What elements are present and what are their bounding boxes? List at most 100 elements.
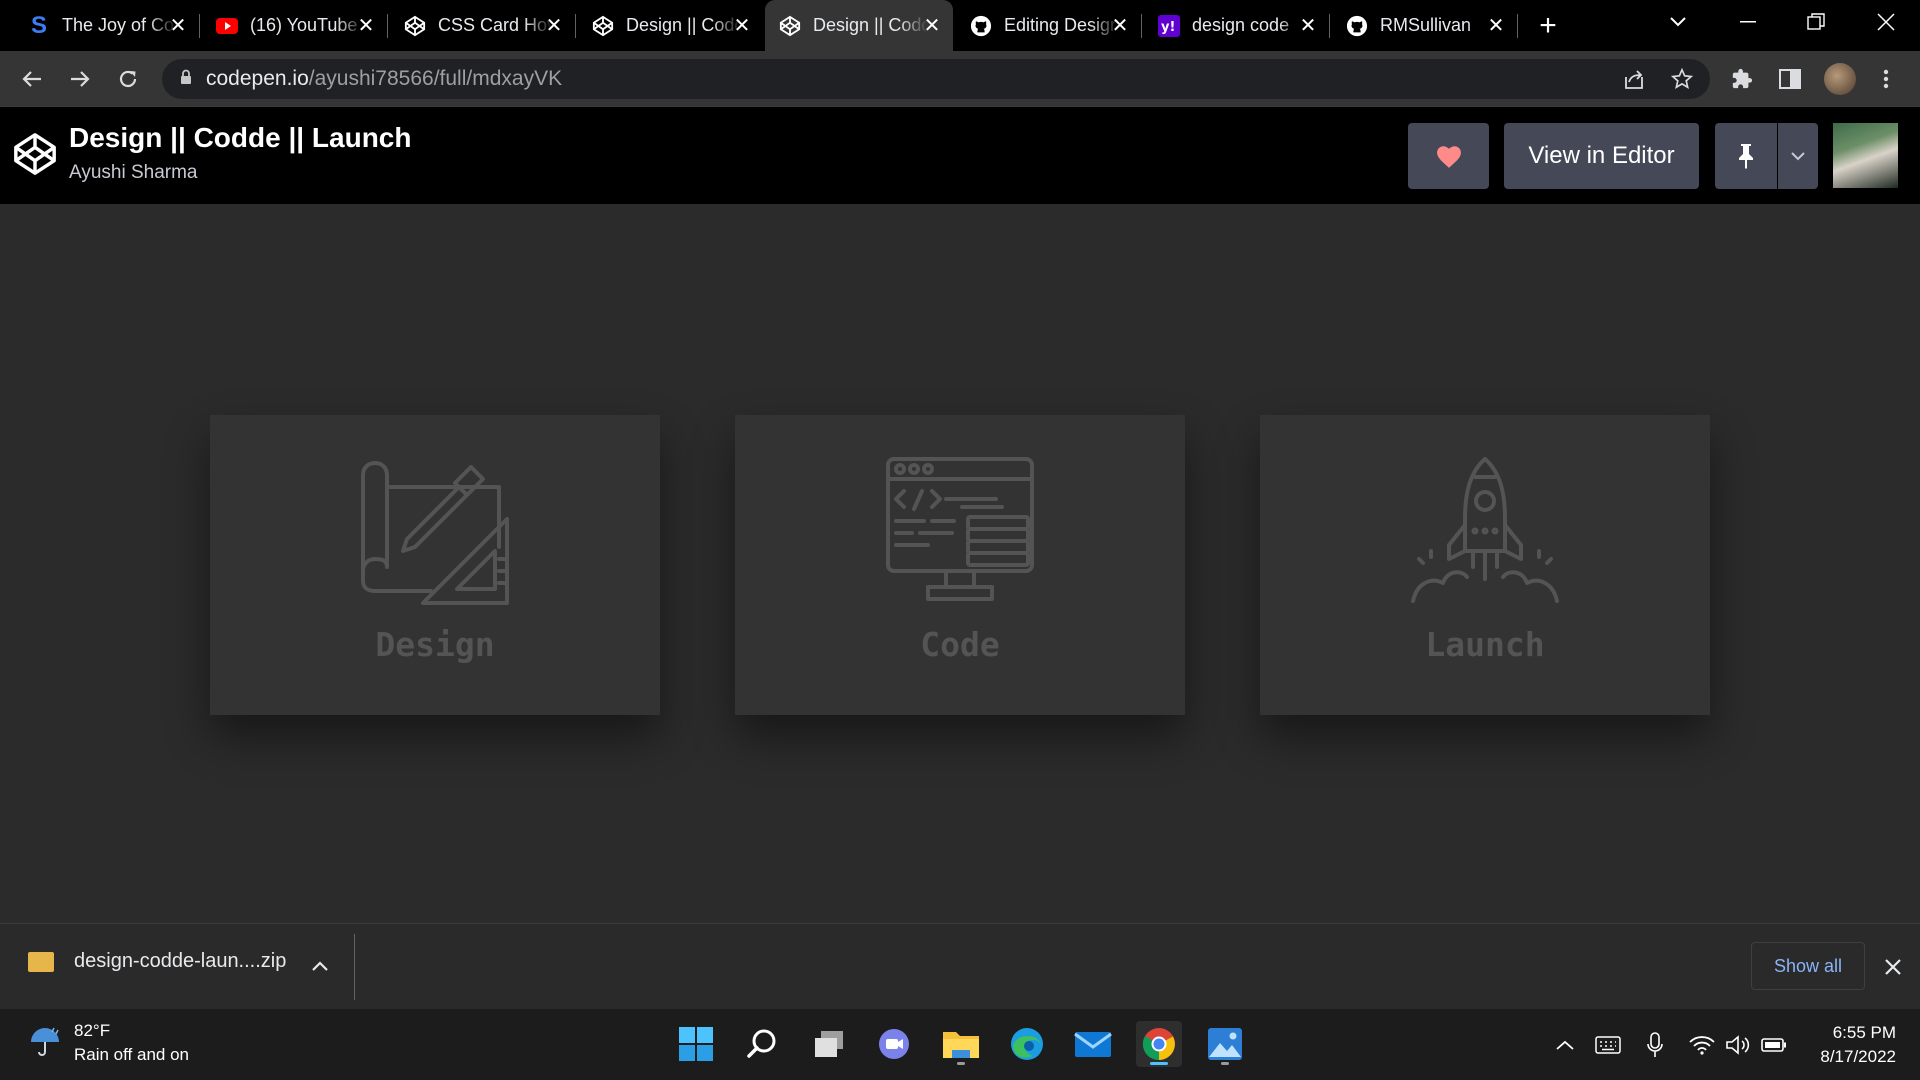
microphone-icon[interactable] <box>1641 1031 1669 1059</box>
github-icon <box>1346 15 1368 37</box>
tab-separator <box>575 14 576 38</box>
browser-tab[interactable]: S The Joy of Code ✕ <box>14 0 200 51</box>
share-icon[interactable] <box>1616 61 1652 97</box>
photos-icon[interactable] <box>1202 1021 1248 1067</box>
tab-title: Editing Design <box>1004 15 1119 35</box>
menu-kebab-icon[interactable] <box>1868 61 1904 97</box>
lock-icon <box>180 69 192 90</box>
close-tab-icon[interactable]: ✕ <box>543 14 565 37</box>
edge-icon[interactable] <box>1004 1021 1050 1067</box>
reload-icon[interactable] <box>112 63 144 95</box>
bookmark-star-icon[interactable] <box>1664 61 1700 97</box>
tab-search-icon[interactable] <box>1648 0 1708 44</box>
chevron-down-icon <box>1791 152 1805 161</box>
taskbar: 82°F Rain off and on 6:55 PM 8/17/2022 <box>0 1009 1920 1080</box>
chevron-up-icon[interactable] <box>1551 1031 1579 1059</box>
rocket-launch-icon <box>1411 457 1559 603</box>
code-monitor-icon <box>886 457 1034 601</box>
love-button[interactable] <box>1408 123 1489 189</box>
design-card[interactable]: Design <box>210 415 660 715</box>
chrome-icon[interactable] <box>1136 1021 1182 1067</box>
back-icon[interactable] <box>16 63 48 95</box>
show-all-button[interactable]: Show all <box>1751 942 1865 990</box>
clock[interactable]: 6:55 PM 8/17/2022 <box>1806 1021 1896 1069</box>
pen-title: Design || Codde || Launch <box>69 122 412 153</box>
mail-icon[interactable] <box>1070 1021 1116 1067</box>
tab-title: Design || Codde <box>626 15 741 35</box>
keyboard-icon[interactable] <box>1594 1031 1622 1059</box>
clock-date: 8/17/2022 <box>1820 1047 1896 1066</box>
tab-separator <box>1517 14 1518 38</box>
launch-card[interactable]: Launch <box>1260 415 1710 715</box>
weather-widget[interactable]: 82°F Rain off and on <box>28 1021 189 1065</box>
zip-file-icon <box>28 951 54 972</box>
browser-tab[interactable]: (16) YouTube ✕ <box>202 0 388 51</box>
view-in-editor-button[interactable]: View in Editor <box>1504 123 1699 189</box>
browser-tab[interactable]: Design || Codde ✕ <box>578 0 763 51</box>
close-tab-icon[interactable]: ✕ <box>1485 14 1507 37</box>
codepen-logo-icon[interactable] <box>12 131 58 177</box>
wifi-icon[interactable] <box>1688 1031 1716 1059</box>
browser-tab-active[interactable]: Design || Codde ✕ <box>765 0 953 51</box>
tab-title: The Joy of Code <box>62 15 177 35</box>
tab-separator <box>1329 14 1330 38</box>
tab-title: (16) YouTube <box>250 15 358 35</box>
forward-icon[interactable] <box>64 63 96 95</box>
clock-time: 6:55 PM <box>1832 1023 1896 1042</box>
side-panel-icon[interactable] <box>1772 61 1808 97</box>
close-tab-icon[interactable]: ✕ <box>1109 14 1131 37</box>
browser-tab[interactable]: CSS Card Hover ✕ <box>390 0 576 51</box>
browser-tab-strip: S The Joy of Code ✕ (16) YouTube ✕ CSS C… <box>0 0 1920 51</box>
rain-umbrella-icon <box>28 1024 62 1063</box>
tab-separator <box>1141 14 1142 38</box>
codepen-icon <box>404 15 426 37</box>
tab-separator <box>199 14 200 38</box>
close-tab-icon[interactable]: ✕ <box>1297 14 1319 37</box>
extensions-icon[interactable] <box>1724 61 1760 97</box>
active-indicator <box>1150 1062 1168 1065</box>
weather-condition: Rain off and on <box>74 1045 189 1064</box>
weather-temperature: 82°F <box>74 1021 111 1040</box>
profile-avatar[interactable] <box>1822 61 1858 97</box>
task-view-icon[interactable] <box>806 1021 852 1067</box>
pin-dropdown-button[interactable] <box>1778 123 1818 189</box>
file-explorer-icon[interactable] <box>938 1021 984 1067</box>
codepen-icon <box>779 15 801 37</box>
code-card[interactable]: Code <box>735 415 1185 715</box>
url-text: codepen.io/ayushi78566/full/mdxayVK <box>206 67 563 90</box>
yahoo-icon: y! <box>1158 14 1180 37</box>
address-bar[interactable]: codepen.io/ayushi78566/full/mdxayVK <box>162 59 1710 99</box>
svg-text:y!: y! <box>1161 20 1175 35</box>
pen-preview: Design Code Launch <box>0 204 1920 923</box>
volume-icon[interactable] <box>1724 1031 1752 1059</box>
restore-icon[interactable] <box>1786 0 1846 44</box>
chevron-up-icon[interactable] <box>306 952 334 980</box>
browser-tab[interactable]: RMSullivan ✕ <box>1332 0 1518 51</box>
close-window-icon[interactable] <box>1856 0 1916 44</box>
browser-tab[interactable]: Editing Design ✕ <box>956 0 1142 51</box>
user-avatar[interactable] <box>1833 123 1898 188</box>
tab-title: design code <box>1192 15 1290 35</box>
windows-start-icon[interactable] <box>673 1021 719 1067</box>
running-indicator <box>1221 1062 1229 1065</box>
teams-chat-icon[interactable] <box>871 1021 917 1067</box>
close-downloads-icon[interactable] <box>1878 952 1908 982</box>
new-tab-button[interactable]: + <box>1530 9 1566 42</box>
close-tab-icon[interactable]: ✕ <box>731 14 753 37</box>
card-label: Launch <box>1425 625 1545 664</box>
download-item[interactable]: design-codde-laun....zip <box>28 950 286 973</box>
pin-button[interactable] <box>1715 123 1777 189</box>
battery-icon[interactable] <box>1760 1031 1788 1059</box>
close-tab-icon[interactable]: ✕ <box>921 14 943 37</box>
search-icon[interactable] <box>739 1021 785 1067</box>
browser-tab[interactable]: y! design code ✕ <box>1144 0 1330 51</box>
pen-author[interactable]: Ayushi Sharma <box>69 162 198 184</box>
close-tab-icon[interactable]: ✕ <box>167 14 189 37</box>
tab-separator <box>387 14 388 38</box>
download-bar: design-codde-laun....zip Show all <box>0 923 1920 1009</box>
design-blueprint-icon <box>361 461 509 605</box>
close-tab-icon[interactable]: ✕ <box>355 14 377 37</box>
heart-icon <box>1436 145 1461 168</box>
card-label: Code <box>920 625 1000 664</box>
minimize-icon[interactable] <box>1718 0 1778 44</box>
